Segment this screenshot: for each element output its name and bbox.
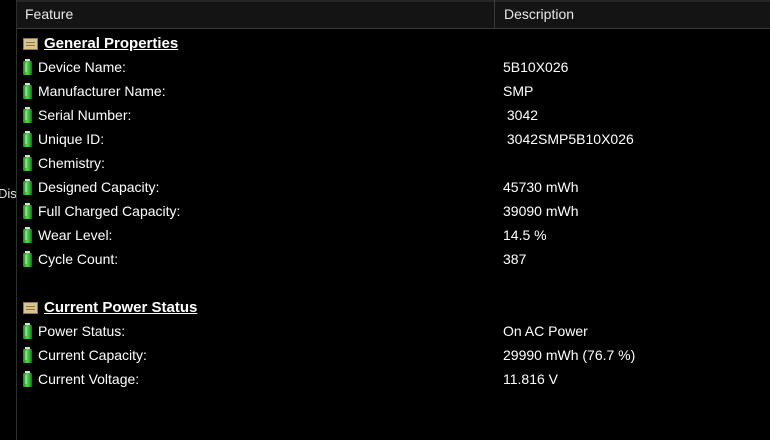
feature-cell: Current Voltage: xyxy=(23,367,139,391)
group-row-general-properties[interactable]: General Properties xyxy=(17,31,770,55)
folder-icon xyxy=(23,301,38,314)
feature-cell: Manufacturer Name: xyxy=(23,79,166,103)
group-title: General Properties xyxy=(44,34,179,52)
feature-cell: Device Name: xyxy=(23,55,126,79)
list-item[interactable]: Power Status: On AC Power xyxy=(17,319,770,343)
feature-cell: Cycle Count: xyxy=(23,247,118,271)
description-value: 3042 xyxy=(503,107,539,123)
description-value: SMP xyxy=(503,83,534,99)
description-value: 45730 mWh xyxy=(503,179,579,195)
feature-label: Serial Number: xyxy=(38,107,132,123)
description-value: 14.5 % xyxy=(503,227,547,243)
group-title: Current Power Status xyxy=(44,298,198,316)
list-item[interactable]: Manufacturer Name: SMP xyxy=(17,79,770,103)
list-item[interactable]: Serial Number: 3042 xyxy=(17,103,770,127)
feature-label: Manufacturer Name: xyxy=(38,83,166,99)
feature-cell: Wear Level: xyxy=(23,223,112,247)
description-value: 5B10X026 xyxy=(503,59,569,75)
battery-icon xyxy=(23,83,32,99)
list-item[interactable]: Unique ID: 3042SMP5B10X026 xyxy=(17,127,770,151)
properties-list-view[interactable]: Feature Description General Properties D… xyxy=(17,0,770,440)
feature-label: Designed Capacity: xyxy=(38,179,160,195)
feature-label: Cycle Count: xyxy=(38,251,119,267)
feature-label: Chemistry: xyxy=(38,155,105,171)
battery-icon xyxy=(23,227,32,243)
list-item[interactable]: Wear Level: 14.5 % xyxy=(17,223,770,247)
group-cell: Current Power Status xyxy=(23,295,197,319)
description-value: On AC Power xyxy=(503,323,588,339)
feature-cell: Chemistry: xyxy=(23,151,105,175)
battery-icon xyxy=(23,203,32,219)
left-pane: Dis xyxy=(0,0,17,440)
feature-label: Current Capacity: xyxy=(38,347,147,363)
feature-cell: Designed Capacity: xyxy=(23,175,159,199)
feature-label: Full Charged Capacity: xyxy=(38,203,181,219)
battery-icon xyxy=(23,371,32,387)
list-header: Feature Description xyxy=(17,0,770,29)
feature-label: Unique ID: xyxy=(38,131,105,147)
group-cell: General Properties xyxy=(23,31,178,55)
folder-icon xyxy=(23,37,38,50)
column-header-description[interactable]: Description xyxy=(496,0,770,28)
description-value: 29990 mWh (76.7 %) xyxy=(503,347,636,363)
feature-label: Device Name: xyxy=(38,59,126,75)
battery-icon xyxy=(23,251,32,267)
list-item[interactable]: Current Capacity: 29990 mWh (76.7 %) xyxy=(17,343,770,367)
list-item[interactable]: Current Voltage: 11.816 V xyxy=(17,367,770,391)
list-item[interactable]: Cycle Count: 387 xyxy=(17,247,770,271)
feature-label: Current Voltage: xyxy=(38,371,140,387)
feature-cell: Current Capacity: xyxy=(23,343,147,367)
description-value: 11.816 V xyxy=(503,371,559,387)
list-item[interactable]: Device Name: 5B10X026 xyxy=(17,55,770,79)
feature-label: Power Status: xyxy=(38,323,126,339)
description-value: 387 xyxy=(503,251,527,267)
feature-cell: Full Charged Capacity: xyxy=(23,199,180,223)
battery-icon xyxy=(23,131,32,147)
clipped-left-label: Dis xyxy=(0,186,17,201)
description-value: 3042SMP5B10X026 xyxy=(503,131,634,147)
battery-icon xyxy=(23,59,32,75)
battery-icon xyxy=(23,323,32,339)
list-item[interactable]: Designed Capacity: 45730 mWh xyxy=(17,175,770,199)
feature-label: Wear Level: xyxy=(38,227,113,243)
feature-cell: Power Status: xyxy=(23,319,125,343)
battery-icon xyxy=(23,155,32,171)
list-item[interactable]: Full Charged Capacity: 39090 mWh xyxy=(17,199,770,223)
battery-icon xyxy=(23,347,32,363)
battery-icon xyxy=(23,107,32,123)
battery-info-window: Dis Feature Description General Properti… xyxy=(0,0,770,440)
feature-cell: Serial Number: xyxy=(23,103,131,127)
feature-cell: Unique ID: xyxy=(23,127,104,151)
group-row-current-power-status[interactable]: Current Power Status xyxy=(17,295,770,319)
battery-icon xyxy=(23,179,32,195)
list-item[interactable]: Chemistry: xyxy=(17,151,770,175)
description-value: 39090 mWh xyxy=(503,203,579,219)
column-header-feature[interactable]: Feature xyxy=(17,0,495,28)
